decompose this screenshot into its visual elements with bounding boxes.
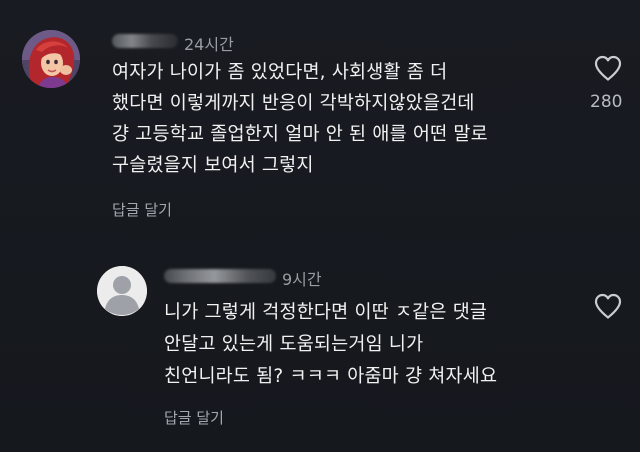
comment-thread: 24시간 여자가 나이가 좀 있었다면, 사회생활 좀 더 했다면 이렇게까지 … xyxy=(0,0,640,452)
default-profile-icon xyxy=(97,266,147,316)
comment-line: 구슬렸을지 보여서 그렇지 xyxy=(112,155,314,176)
comment-time: 24시간 xyxy=(184,35,234,54)
heart-outline-icon[interactable] xyxy=(593,54,623,86)
reply-button[interactable]: 답글 달기 xyxy=(164,407,224,428)
comment-line: 했다면 이렇게까지 반응이 각박하지않았을건데 xyxy=(112,93,475,114)
username-redacted[interactable] xyxy=(112,34,178,48)
comment-line: 안달고 있는게 도움되는거임 니가 xyxy=(164,334,424,355)
username-redacted[interactable] xyxy=(164,269,276,283)
comment-line: 걍 고등학교 졸업한지 얼마 안 된 애를 어떤 말로 xyxy=(112,124,488,145)
comment-line: 여자가 나이가 좀 있었다면, 사회생활 좀 더 xyxy=(112,62,448,83)
like-count: 280 xyxy=(590,92,623,112)
comment-line: 니가 그렇게 걱정한다면 이딴 ㅈ같은 댓글 xyxy=(164,302,488,323)
heart-outline-icon[interactable] xyxy=(593,292,623,324)
comment-line: 친언니라도 됨? ㅋㅋㅋ 아줌마 걍 쳐자세요 xyxy=(164,366,498,387)
avatar[interactable] xyxy=(97,266,147,316)
cartoon-avatar-icon xyxy=(22,30,80,88)
comment-time: 9시간 xyxy=(282,270,322,289)
reply-button[interactable]: 답글 달기 xyxy=(112,199,172,220)
avatar[interactable] xyxy=(22,30,80,88)
